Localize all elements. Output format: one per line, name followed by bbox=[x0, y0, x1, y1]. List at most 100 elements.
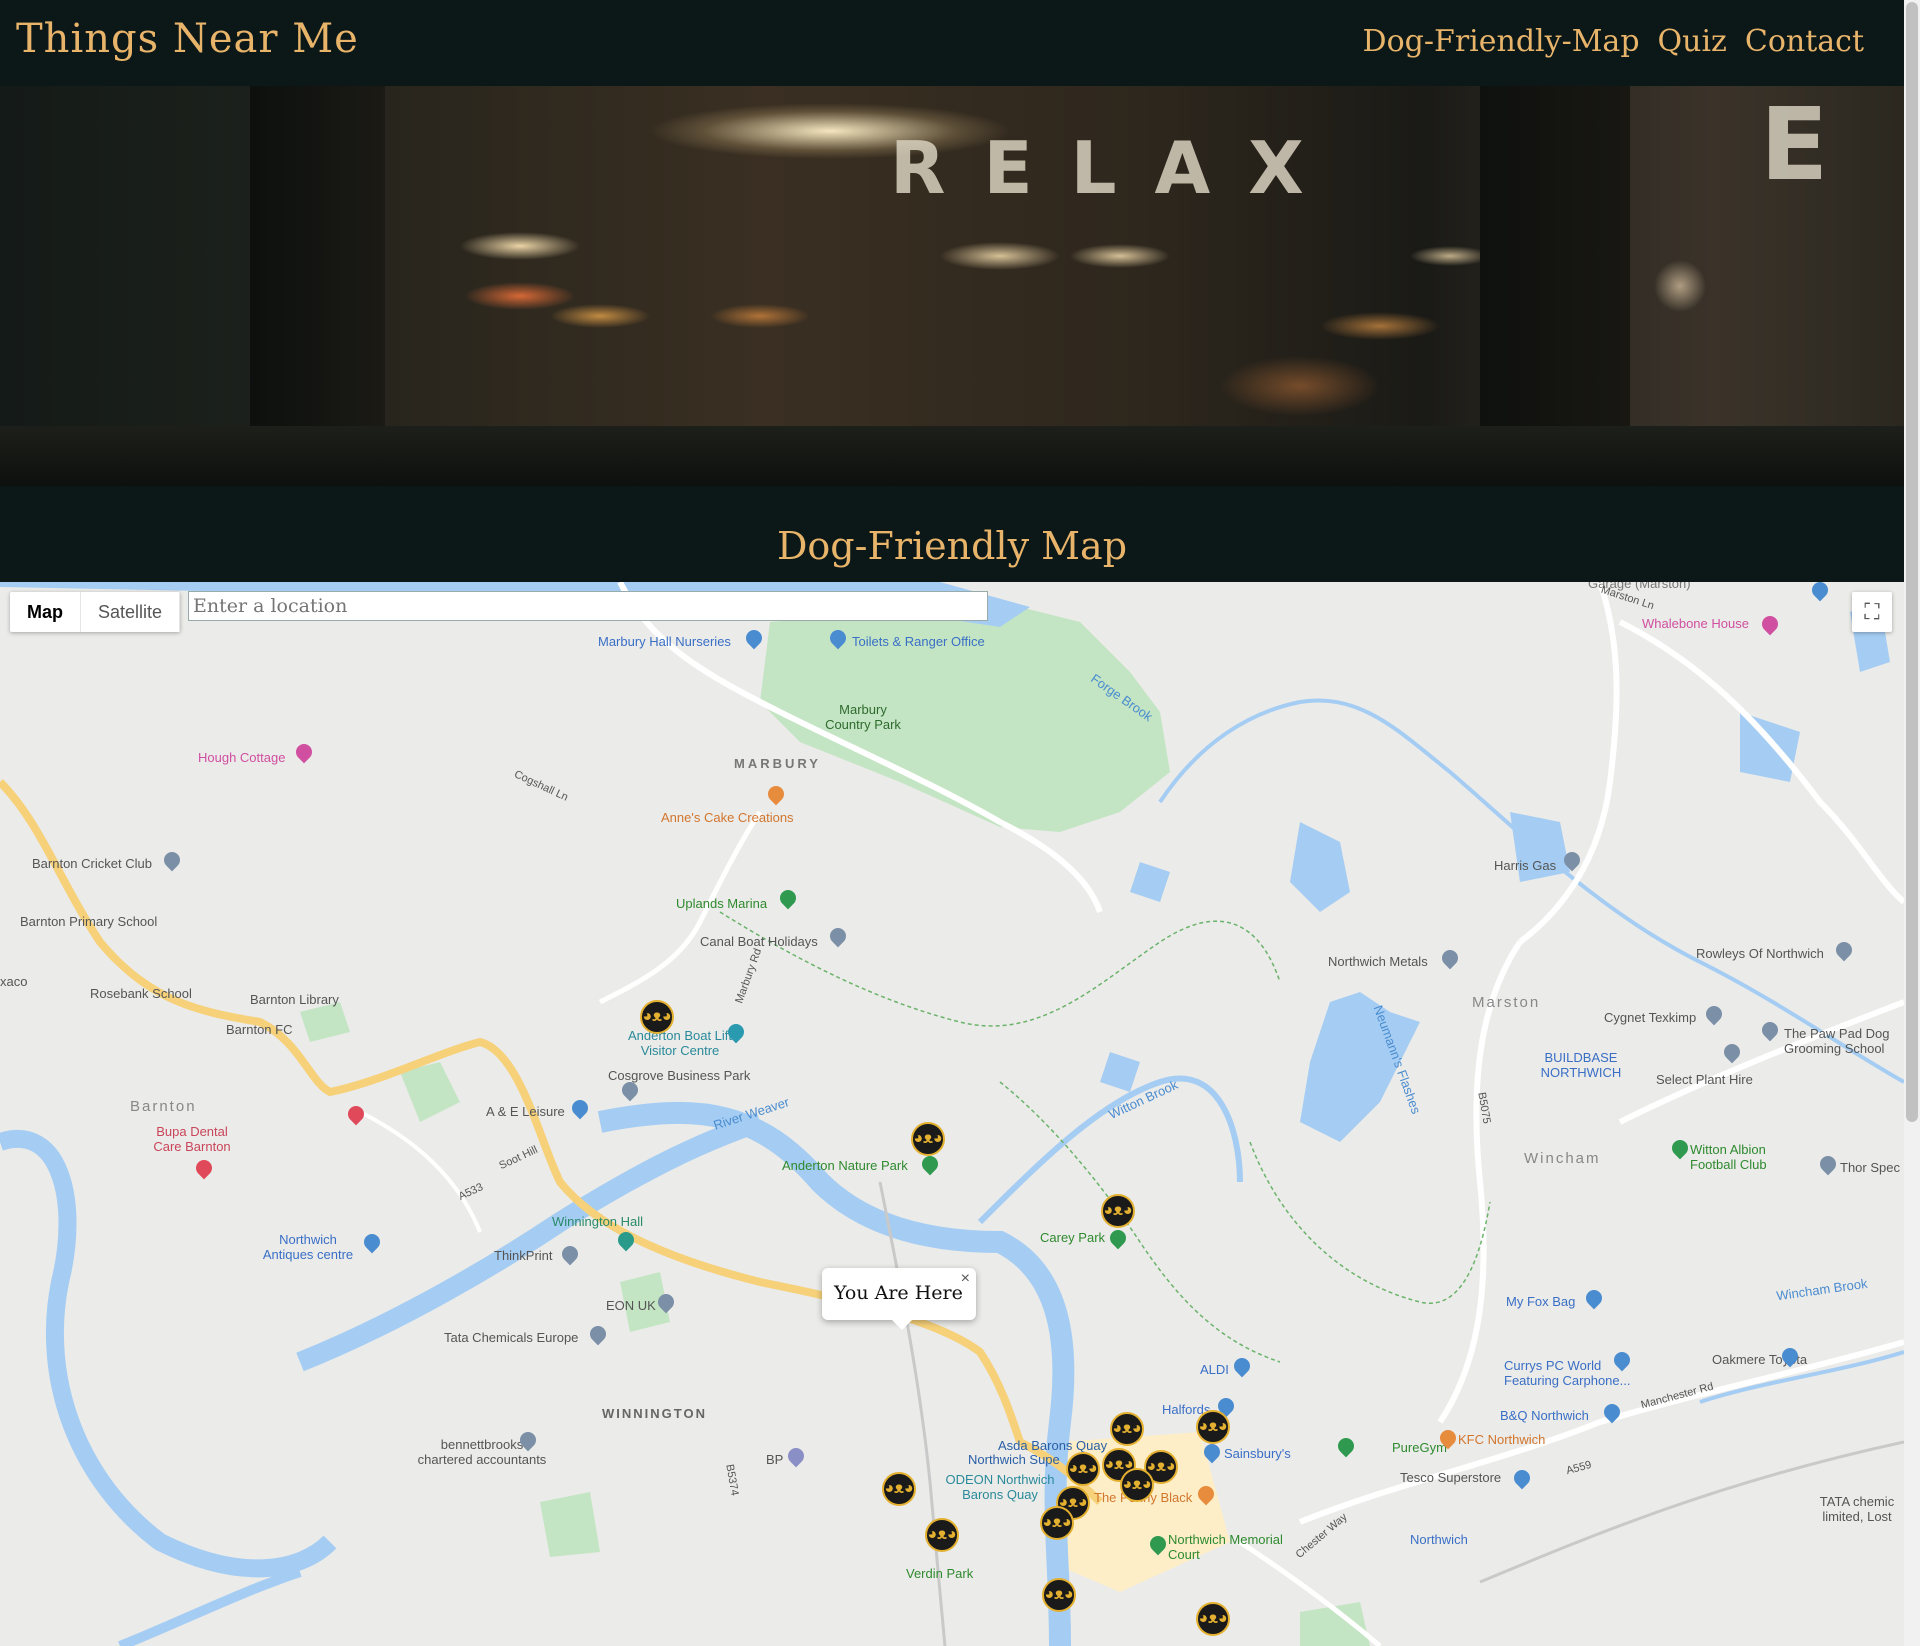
dog-marker[interactable]: ◕ᴥ◕ bbox=[1196, 1602, 1230, 1636]
label-bp[interactable]: BP bbox=[766, 1452, 783, 1467]
dog-marker[interactable]: ◕ᴥ◕ bbox=[1040, 1506, 1074, 1540]
nav-contact[interactable]: Contact bbox=[1745, 24, 1864, 59]
dog-marker[interactable]: ◕ᴥ◕ bbox=[925, 1518, 959, 1552]
label-marbury-country-park[interactable]: Marbury Country Park bbox=[818, 702, 908, 732]
label-barnton-library[interactable]: Barnton Library bbox=[250, 992, 339, 1007]
dog-face-icon: ◕ᴥ◕ bbox=[1122, 1476, 1152, 1493]
dog-marker[interactable]: ◕ᴥ◕ bbox=[911, 1122, 945, 1156]
label-uplands-marina[interactable]: Uplands Marina bbox=[676, 896, 767, 911]
label-tesco-superstore[interactable]: Tesco Superstore bbox=[1400, 1470, 1501, 1485]
label-kfc-northwich[interactable]: KFC Northwich bbox=[1458, 1432, 1545, 1447]
scrollbar-thumb[interactable] bbox=[1906, 2, 1918, 1122]
label-northwich-antiques[interactable]: Northwich Antiques centre bbox=[258, 1232, 358, 1262]
label-tata-chemicals-limited[interactable]: TATA chemic limited, Lost bbox=[1812, 1494, 1902, 1524]
label-asda-barons-quay[interactable]: Asda Barons Quay bbox=[998, 1438, 1107, 1453]
label-cygnet-texkimp[interactable]: Cygnet Texkimp bbox=[1604, 1010, 1696, 1025]
dog-friendly-map[interactable]: Marbury Hall Nurseries Toilets & Ranger … bbox=[0, 582, 1904, 1646]
label-harris-gas[interactable]: Harris Gas bbox=[1494, 858, 1556, 873]
label-hough-cottage[interactable]: Hough Cottage bbox=[198, 750, 285, 765]
label-odeon-northwich[interactable]: ODEON Northwich Barons Quay bbox=[940, 1472, 1060, 1502]
label-anderton-nature-park[interactable]: Anderton Nature Park bbox=[782, 1158, 908, 1173]
label-sainsburys[interactable]: Sainsbury's bbox=[1224, 1446, 1291, 1461]
label-marbury-hall-nurseries[interactable]: Marbury Hall Nurseries bbox=[598, 634, 731, 649]
dog-marker[interactable]: ◕ᴥ◕ bbox=[1101, 1194, 1135, 1228]
map-type-satellite-button[interactable]: Satellite bbox=[81, 592, 181, 632]
label-aldi[interactable]: ALDI bbox=[1200, 1362, 1229, 1377]
hero-image: RELAX E bbox=[0, 86, 1904, 486]
map-type-map-button[interactable]: Map bbox=[10, 592, 81, 632]
label-thor-spec[interactable]: Thor Spec bbox=[1840, 1160, 1900, 1175]
label-winnington-hall[interactable]: Winnington Hall bbox=[552, 1214, 643, 1229]
label-eon-uk[interactable]: EON UK bbox=[606, 1298, 656, 1313]
fullscreen-icon: ⛶ bbox=[1864, 599, 1880, 624]
label-northwich-memorial-court[interactable]: Northwich Memorial Court bbox=[1168, 1532, 1288, 1562]
dog-marker[interactable]: ◕ᴥ◕ bbox=[1196, 1410, 1230, 1444]
label-barnton-fc[interactable]: Barnton FC bbox=[226, 1022, 292, 1037]
dog-marker[interactable]: ◕ᴥ◕ bbox=[1120, 1468, 1154, 1502]
label-thinkprint[interactable]: ThinkPrint bbox=[494, 1248, 553, 1263]
label-ae-leisure[interactable]: A & E Leisure bbox=[486, 1104, 565, 1119]
label-northwich-station[interactable]: Northwich bbox=[1410, 1532, 1468, 1547]
label-puregym[interactable]: PureGym bbox=[1392, 1440, 1447, 1455]
fullscreen-button[interactable]: ⛶ bbox=[1852, 592, 1892, 632]
dog-face-icon: ◕ᴥ◕ bbox=[1198, 1610, 1228, 1627]
dog-marker[interactable]: ◕ᴥ◕ bbox=[882, 1472, 916, 1506]
label-rosebank-school[interactable]: Rosebank School bbox=[90, 986, 192, 1001]
label-carey-park[interactable]: Carey Park bbox=[1040, 1230, 1105, 1245]
location-search-input[interactable] bbox=[188, 591, 988, 621]
dog-marker[interactable]: ◕ᴥ◕ bbox=[640, 1000, 674, 1034]
dog-face-icon: ◕ᴥ◕ bbox=[1103, 1202, 1133, 1219]
label-verdin-park[interactable]: Verdin Park bbox=[906, 1566, 973, 1581]
label-winnington: WINNINGTON bbox=[602, 1406, 707, 1421]
nav-links: Dog-Friendly-Map Quiz Contact bbox=[1363, 24, 1864, 59]
page-scrollbar[interactable] bbox=[1904, 0, 1920, 1646]
nav-quiz[interactable]: Quiz bbox=[1658, 24, 1727, 59]
label-anderton-boat-lift[interactable]: Anderton Boat Lift Visitor Centre bbox=[615, 1028, 745, 1058]
label-whalebone-house[interactable]: Whalebone House bbox=[1642, 616, 1749, 631]
label-marston: Marston bbox=[1472, 994, 1541, 1011]
dog-face-icon: ◕ᴥ◕ bbox=[1044, 1586, 1074, 1603]
dog-face-icon: ◕ᴥ◕ bbox=[1042, 1514, 1072, 1531]
label-bupa-dental-care[interactable]: Bupa Dental Care Barnton bbox=[142, 1124, 242, 1154]
dog-face-icon: ◕ᴥ◕ bbox=[642, 1008, 672, 1025]
close-icon[interactable]: × bbox=[961, 1270, 970, 1288]
label-select-plant-hire[interactable]: Select Plant Hire bbox=[1656, 1072, 1753, 1087]
dog-face-icon: ◕ᴥ◕ bbox=[1068, 1460, 1098, 1477]
dog-face-icon: ◕ᴥ◕ bbox=[1146, 1458, 1176, 1475]
site-title[interactable]: Things Near Me bbox=[16, 16, 359, 62]
label-marbury: MARBURY bbox=[734, 756, 821, 771]
nav-dog-friendly-map[interactable]: Dog-Friendly-Map bbox=[1363, 24, 1640, 59]
label-tata-chemicals-europe[interactable]: Tata Chemicals Europe bbox=[444, 1330, 578, 1345]
dog-face-icon: ◕ᴥ◕ bbox=[927, 1526, 957, 1543]
label-buildbase[interactable]: BUILDBASE NORTHWICH bbox=[1536, 1050, 1626, 1080]
hero-window-sill bbox=[0, 426, 1904, 486]
navbar: Things Near Me Dog-Friendly-Map Quiz Con… bbox=[0, 0, 1904, 86]
label-paw-pad-dog-grooming[interactable]: The Paw Pad Dog Grooming School bbox=[1784, 1026, 1904, 1056]
info-window-text: You Are Here bbox=[834, 1282, 963, 1304]
label-northwich-metals[interactable]: Northwich Metals bbox=[1328, 954, 1428, 969]
label-barnton: Barnton bbox=[130, 1098, 197, 1115]
label-rowleys-of-northwich[interactable]: Rowleys Of Northwich bbox=[1696, 946, 1824, 961]
dog-face-icon: ◕ᴥ◕ bbox=[1198, 1418, 1228, 1435]
label-barnton-cricket-club[interactable]: Barnton Cricket Club bbox=[32, 856, 152, 871]
info-window: You Are Here × bbox=[822, 1268, 976, 1330]
park-southwest bbox=[540, 1492, 600, 1557]
section-title: Dog-Friendly Map bbox=[776, 524, 1128, 568]
label-xaco[interactable]: xaco bbox=[0, 974, 27, 989]
label-my-fox-bag[interactable]: My Fox Bag bbox=[1506, 1294, 1575, 1309]
dog-marker[interactable]: ◕ᴥ◕ bbox=[1110, 1412, 1144, 1446]
hero-sign: RELAX bbox=[890, 126, 1342, 210]
label-canal-boat-holidays[interactable]: Canal Boat Holidays bbox=[700, 934, 818, 949]
label-annes-cake-creations[interactable]: Anne's Cake Creations bbox=[661, 810, 794, 825]
dog-marker[interactable]: ◕ᴥ◕ bbox=[1042, 1578, 1076, 1612]
label-toilets-ranger-office[interactable]: Toilets & Ranger Office bbox=[852, 634, 985, 649]
label-witton-albion-fc[interactable]: Witton Albion Football Club bbox=[1690, 1142, 1790, 1172]
label-northwich-supe[interactable]: Northwich Supe bbox=[968, 1452, 1060, 1467]
dog-face-icon: ◕ᴥ◕ bbox=[1112, 1420, 1142, 1437]
label-bq-northwich[interactable]: B&Q Northwich bbox=[1500, 1408, 1589, 1423]
hero-sign-right: E bbox=[1760, 86, 1829, 203]
dog-marker[interactable]: ◕ᴥ◕ bbox=[1066, 1452, 1100, 1486]
map-type-control: Map Satellite bbox=[10, 592, 181, 632]
label-wincham: Wincham bbox=[1524, 1150, 1601, 1167]
label-barnton-primary-school[interactable]: Barnton Primary School bbox=[20, 914, 157, 929]
